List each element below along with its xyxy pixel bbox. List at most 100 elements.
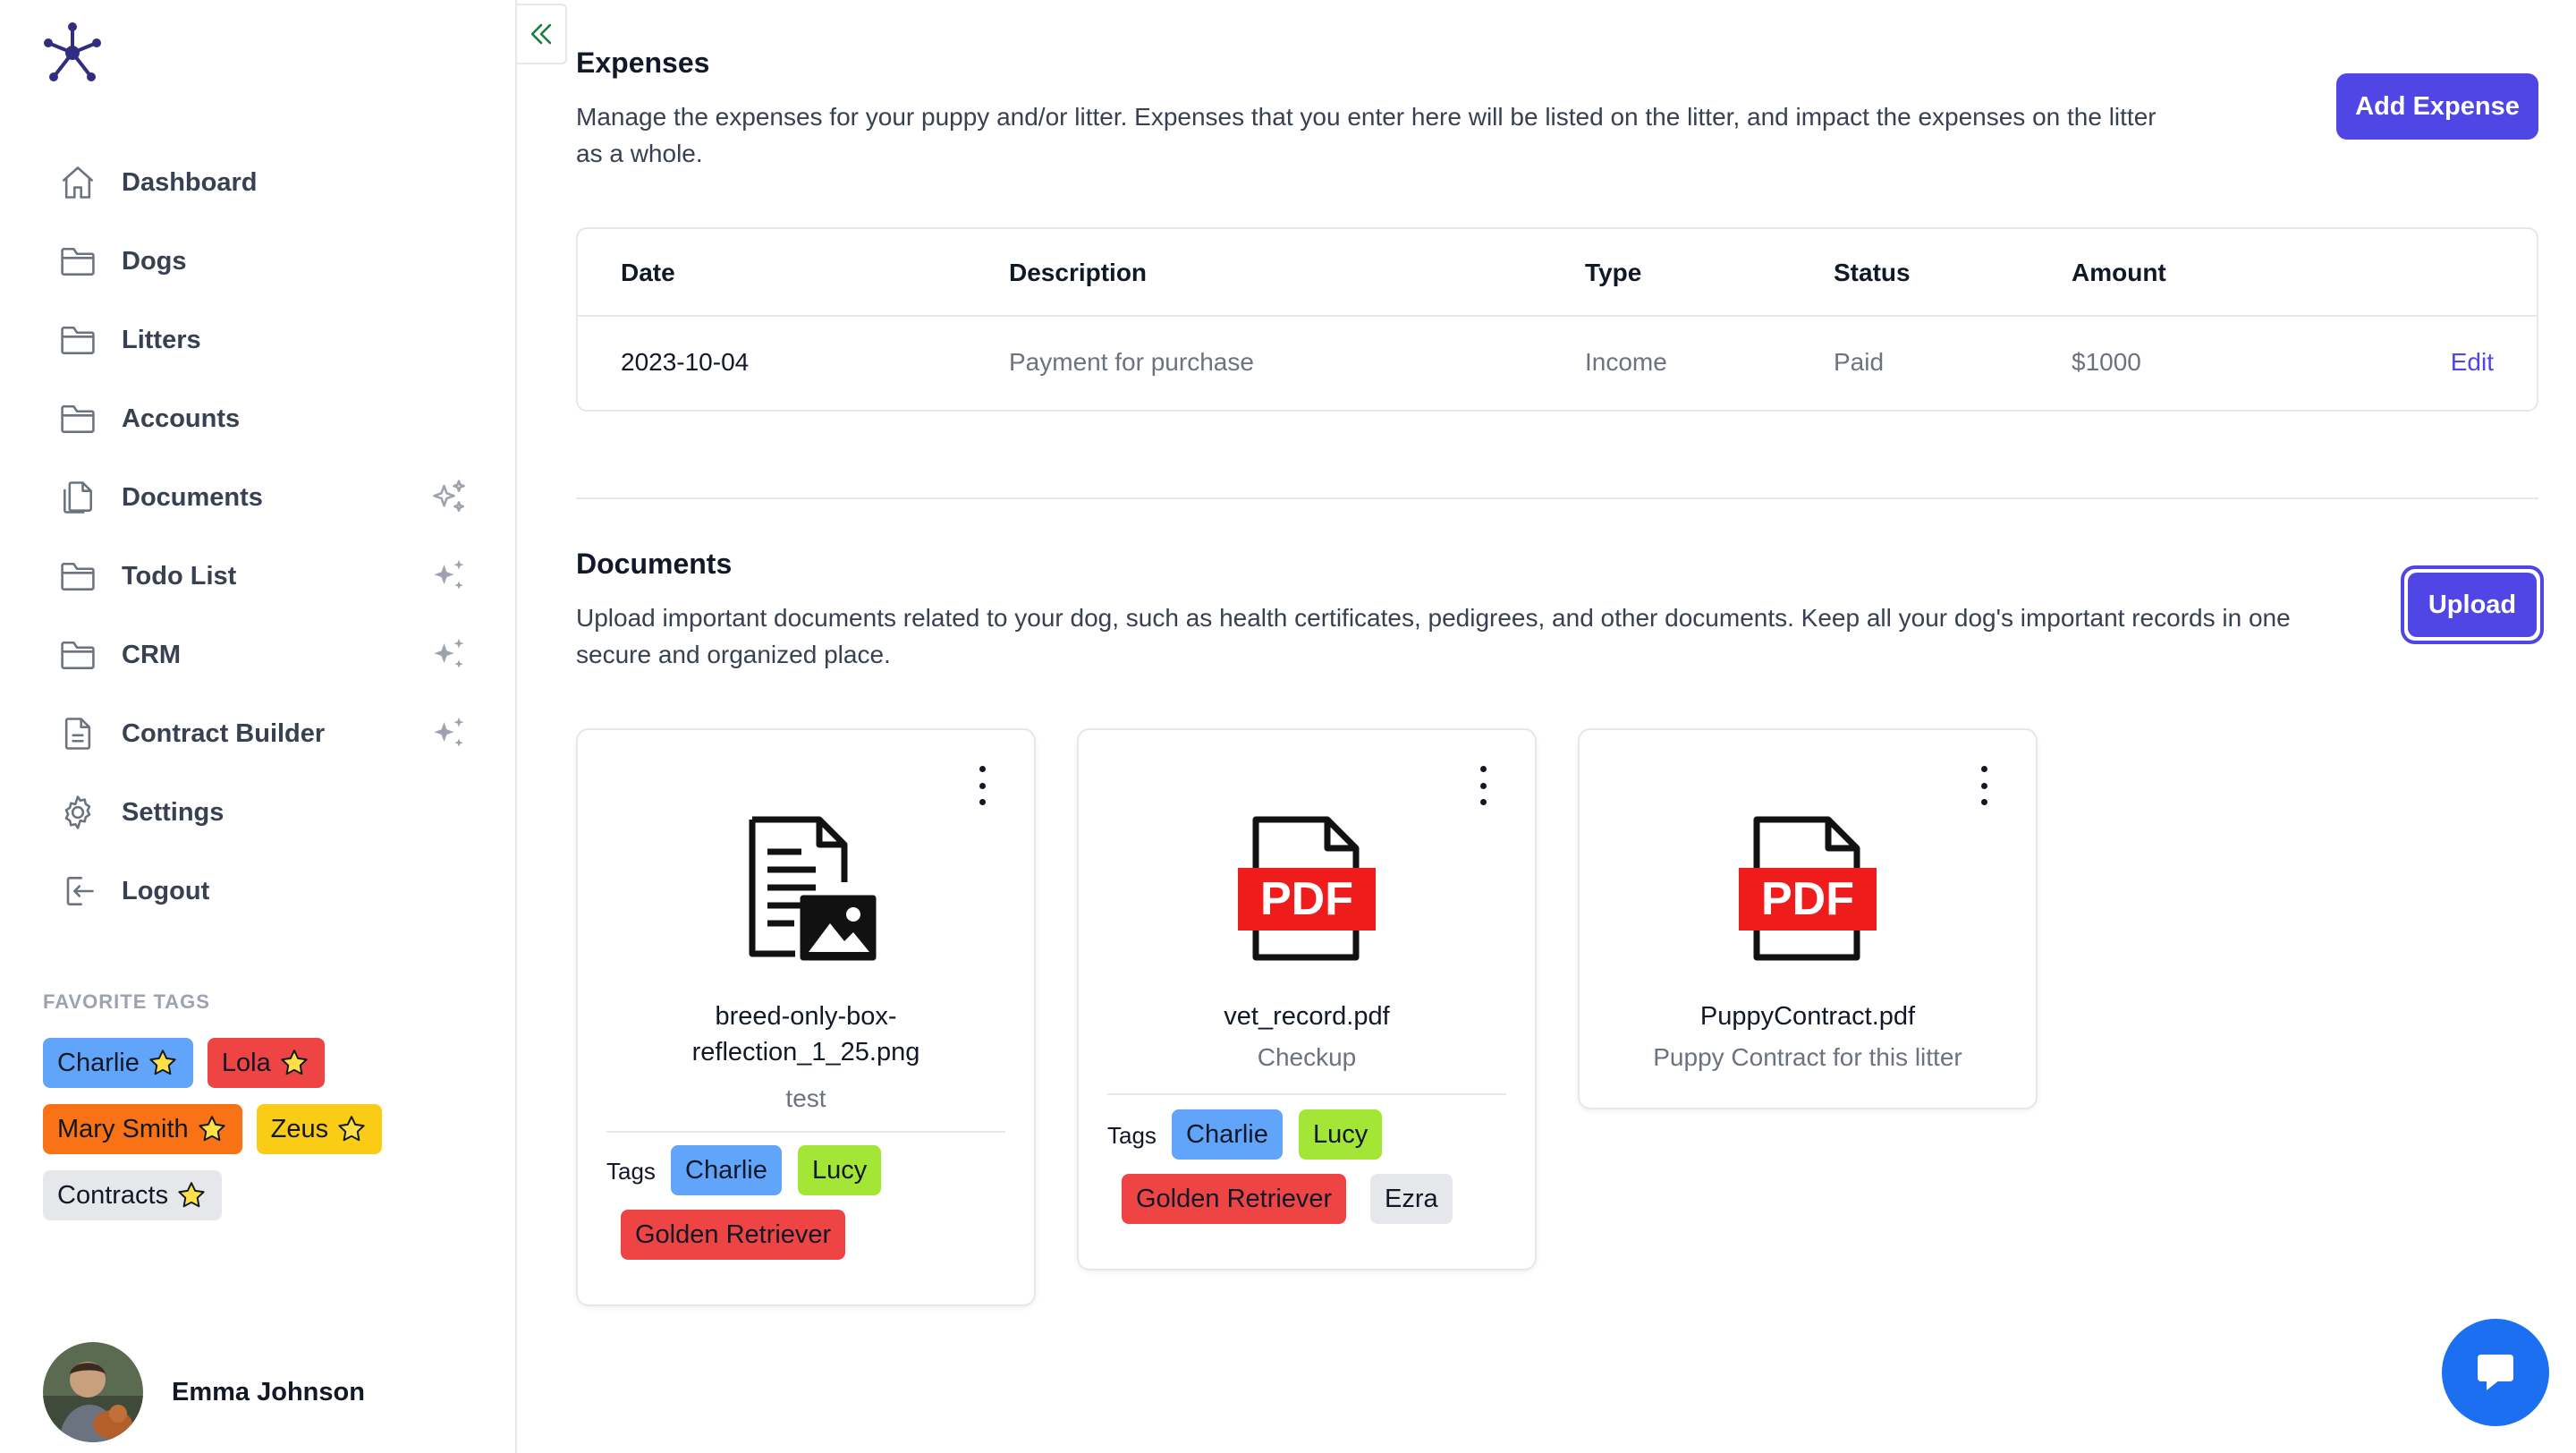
documents-icon: [57, 477, 98, 518]
collapse-sidebar-button[interactable]: [517, 4, 567, 64]
nav-label: Dogs: [122, 246, 187, 276]
file-name: breed-only-box- reflection_1_25.png: [614, 998, 998, 1070]
nav-item-dogs[interactable]: Dogs: [39, 222, 469, 301]
documents-title: Documents: [576, 548, 733, 580]
sidebar: Dashboard Dogs Litters Accounts Document…: [0, 0, 517, 1453]
edit-expense-link[interactable]: Edit: [2451, 348, 2494, 377]
upload-button[interactable]: Upload: [2408, 573, 2537, 637]
file-name: PuppyContract.pdf: [1699, 1002, 1916, 1031]
column-header-date[interactable]: Date: [621, 229, 675, 317]
logout-icon: [57, 871, 98, 912]
favorite-tag-zeus[interactable]: Zeus: [256, 1104, 383, 1154]
document-card[interactable]: PDF vet_record.pdf Checkup Tags Charlie …: [1077, 728, 1537, 1270]
user-profile[interactable]: Emma Johnson: [43, 1342, 365, 1442]
folder-icon: [57, 319, 98, 361]
favorite-tags-list: Charlie Lola Mary Smith Zeus Contracts: [43, 1038, 454, 1220]
nav-label: Contract Builder: [122, 718, 326, 748]
table-row: 2023-10-04 Payment for purchase Income P…: [578, 319, 2537, 406]
star-icon: [281, 1049, 308, 1075]
nav-item-accounts[interactable]: Accounts: [39, 379, 469, 458]
favorite-tag-lola[interactable]: Lola: [207, 1038, 325, 1088]
nav-item-documents[interactable]: Documents: [39, 458, 469, 537]
favorite-tag-label: Zeus: [270, 1114, 329, 1143]
document-card[interactable]: breed-only-box- reflection_1_25.png test…: [576, 728, 1036, 1306]
folder-icon: [57, 556, 98, 597]
more-options-icon[interactable]: [971, 766, 993, 805]
nav-label: Todo List: [122, 561, 237, 591]
tags-label: Tags: [606, 1158, 656, 1185]
image-file-icon: [749, 816, 877, 961]
star-icon: [178, 1182, 205, 1208]
star-icon: [338, 1116, 365, 1142]
tags-label: Tags: [1107, 1122, 1157, 1149]
cell-description: Payment for purchase: [1009, 348, 1254, 376]
column-header-status[interactable]: Status: [1834, 229, 1911, 317]
favorite-tag-contracts[interactable]: Contracts: [43, 1170, 223, 1220]
more-options-icon[interactable]: [1472, 766, 1494, 805]
nav-item-todo-list[interactable]: Todo List: [39, 537, 469, 616]
document-icon: [57, 713, 98, 754]
avatar[interactable]: [43, 1342, 143, 1442]
tag-golden-retriever[interactable]: Golden Retriever: [621, 1210, 846, 1260]
sparkle-icon: [433, 480, 465, 512]
document-card[interactable]: PDF PuppyContract.pdf Puppy Contract for…: [1578, 728, 2038, 1109]
file-name-line: breed-only-box-: [715, 1002, 897, 1031]
nav-item-settings[interactable]: Settings: [39, 773, 469, 852]
cell-type: Income: [1585, 348, 1667, 376]
favorite-tag-mary-smith[interactable]: Mary Smith: [43, 1104, 242, 1154]
folder-icon: [57, 634, 98, 676]
tag-golden-retriever[interactable]: Golden Retriever: [1122, 1174, 1347, 1224]
nav-label: Litters: [122, 325, 201, 354]
file-name-line: reflection_1_25.png: [691, 1038, 920, 1066]
file-description: Puppy Contract for this litter: [1653, 1043, 1962, 1071]
favorite-tags-title: FAVORITE TAGS: [43, 990, 210, 1013]
favorite-tag-label: Contracts: [57, 1180, 169, 1210]
nav-item-crm[interactable]: CRM: [39, 616, 469, 694]
add-expense-button[interactable]: Add Expense: [2336, 73, 2538, 140]
favorite-tag-label: Mary Smith: [57, 1114, 189, 1143]
tag-ezra[interactable]: Ezra: [1370, 1174, 1453, 1224]
file-name: vet_record.pdf: [1224, 1002, 1390, 1031]
folder-icon: [57, 398, 98, 439]
folder-icon: [57, 241, 98, 282]
nav-label: Logout: [122, 876, 210, 905]
column-header-description[interactable]: Description: [1009, 229, 1147, 317]
chat-support-button[interactable]: [2442, 1319, 2549, 1426]
favorite-tag-label: Lola: [221, 1048, 271, 1077]
nav-item-logout[interactable]: Logout: [39, 852, 469, 930]
sparkle-icon: [434, 717, 464, 747]
column-header-amount[interactable]: Amount: [2072, 229, 2166, 317]
nav-item-dashboard[interactable]: Dashboard: [39, 143, 469, 222]
pdf-file-icon: PDF: [1238, 816, 1376, 961]
tag-charlie[interactable]: Charlie: [671, 1145, 782, 1195]
file-description: test: [785, 1084, 826, 1112]
svg-text:PDF: PDF: [1761, 873, 1854, 925]
chat-bubble-icon: [2478, 1355, 2513, 1390]
tag-charlie[interactable]: Charlie: [1172, 1109, 1283, 1160]
expenses-table: Date Description Type Status Amount 2023…: [576, 227, 2538, 412]
cell-amount: $1000: [2072, 348, 2141, 376]
nav-label: Dashboard: [122, 167, 258, 197]
card-divider: [1107, 1093, 1506, 1095]
documents-description: Upload important documents related to yo…: [576, 604, 2291, 668]
expenses-title: Expenses: [576, 47, 710, 79]
expenses-description: Manage the expenses for your puppy and/o…: [576, 103, 2157, 167]
gear-icon: [57, 792, 98, 833]
file-description: Checkup: [1257, 1043, 1357, 1071]
star-icon: [199, 1116, 225, 1142]
tag-lucy[interactable]: Lucy: [1299, 1109, 1383, 1160]
nav-item-litters[interactable]: Litters: [39, 301, 469, 379]
column-header-type[interactable]: Type: [1585, 229, 1641, 317]
app-logo-icon[interactable]: [39, 20, 106, 86]
nav-item-contract-builder[interactable]: Contract Builder: [39, 694, 469, 773]
tag-lucy[interactable]: Lucy: [798, 1145, 882, 1195]
favorite-tag-charlie[interactable]: Charlie: [43, 1038, 193, 1088]
more-options-icon[interactable]: [1973, 766, 1995, 805]
card-divider: [606, 1131, 1005, 1133]
table-header-row: Date Description Type Status Amount: [578, 229, 2537, 317]
section-divider: [576, 497, 2538, 499]
home-icon: [57, 162, 98, 203]
svg-text:PDF: PDF: [1260, 873, 1353, 925]
sparkle-icon: [434, 559, 464, 590]
user-name: Emma Johnson: [172, 1377, 365, 1406]
